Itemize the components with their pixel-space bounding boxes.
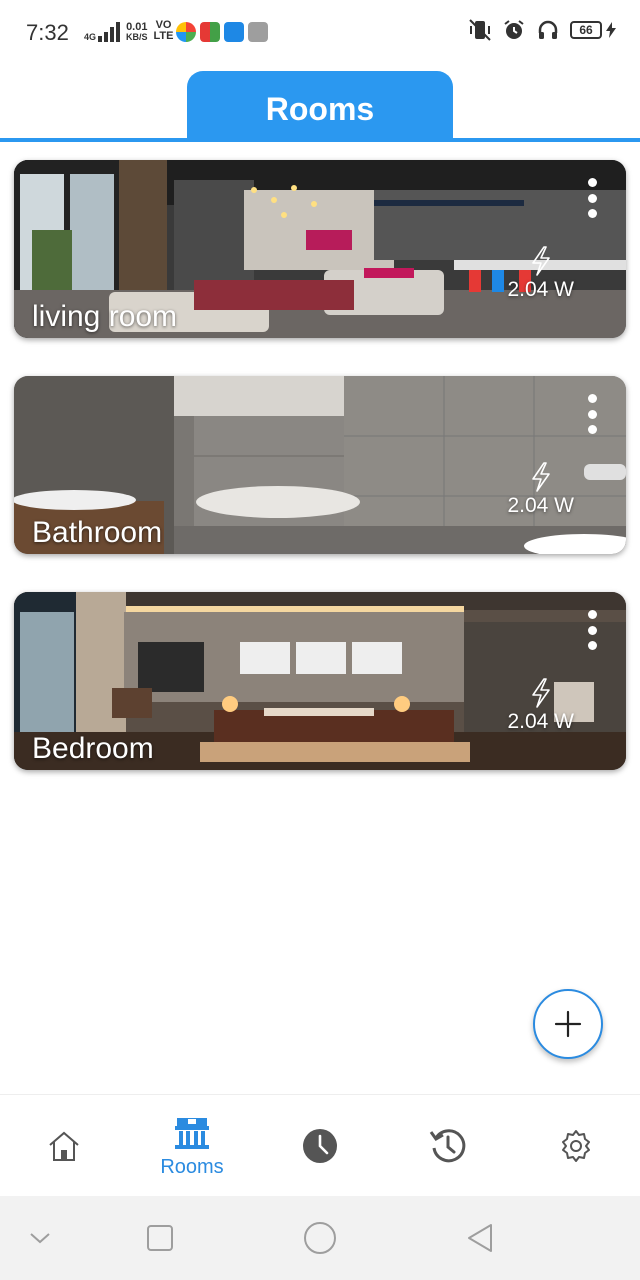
- status-time: 7:32: [26, 20, 69, 45]
- clock-icon: [303, 1129, 337, 1163]
- rooms-building-icon: [175, 1117, 209, 1149]
- headphones-icon: [538, 20, 558, 39]
- notification-icons: [176, 22, 268, 42]
- nav-label-rooms: Rooms: [160, 1155, 224, 1178]
- lightning-icon: [531, 246, 550, 276]
- nav-home[interactable]: [0, 1095, 128, 1197]
- nav-settings[interactable]: [512, 1095, 640, 1197]
- room-power: 2.04 W: [507, 678, 574, 734]
- room-name: Bathroom: [32, 516, 163, 549]
- square-icon: [147, 1225, 173, 1251]
- room-power: 2.04 W: [507, 462, 574, 518]
- history-icon: [429, 1129, 466, 1163]
- pinwheel-app-icon: [176, 22, 196, 42]
- status-right: 66: [468, 18, 616, 42]
- page-title: Rooms: [187, 71, 453, 139]
- nav-history[interactable]: [384, 1095, 512, 1197]
- lightning-icon: [531, 462, 550, 492]
- more-options-icon[interactable]: [586, 394, 598, 434]
- home-button[interactable]: [280, 1196, 360, 1280]
- nav-schedule[interactable]: [256, 1095, 384, 1197]
- ludo-app-icon: [200, 22, 220, 42]
- circle-icon: [304, 1222, 336, 1254]
- home-icon: [49, 1131, 79, 1161]
- add-room-button[interactable]: [533, 989, 603, 1059]
- alarm-icon: [504, 20, 524, 39]
- status-bar: 7:32 4G 0.01 KB/S VO LTE 66: [0, 0, 640, 64]
- gear-icon: [562, 1130, 590, 1162]
- drive-app-icon: [248, 22, 268, 42]
- power-value: 2.04 W: [507, 494, 574, 517]
- header: Rooms: [0, 64, 640, 142]
- collapse-button[interactable]: [0, 1196, 80, 1280]
- more-options-icon[interactable]: [586, 610, 598, 650]
- chevron-down-icon: [30, 1233, 50, 1244]
- volte-indicator: VO LTE: [154, 20, 174, 42]
- plus-icon: [554, 1010, 582, 1038]
- bottom-nav: Rooms: [0, 1094, 640, 1196]
- data-speed: 0.01 KB/S: [126, 22, 148, 42]
- network-indicators: 4G 0.01 KB/S VO LTE: [84, 20, 174, 42]
- charging-icon: [606, 22, 616, 38]
- lightning-icon: [531, 678, 550, 708]
- room-card-bathroom[interactable]: Bathroom 2.04 W: [14, 376, 626, 554]
- battery-indicator: 66: [570, 21, 616, 39]
- triangle-back-icon: [468, 1224, 492, 1252]
- power-value: 2.04 W: [507, 278, 574, 301]
- room-card-living-room[interactable]: living room 2.04 W: [14, 160, 626, 338]
- volte-bottom: LTE: [153, 30, 174, 42]
- data-speed-unit: KB/S: [126, 32, 148, 42]
- power-value: 2.04 W: [507, 710, 574, 733]
- system-nav-bar: [0, 1196, 640, 1280]
- back-button[interactable]: [440, 1196, 520, 1280]
- room-list: living room 2.04 W Bathroom 2.04 W Bedro…: [14, 160, 626, 808]
- header-divider: [0, 138, 640, 142]
- signal-icon: [98, 22, 121, 42]
- more-options-icon[interactable]: [586, 178, 598, 218]
- usb-icon: [224, 22, 244, 42]
- room-card-bedroom[interactable]: Bedroom 2.04 W: [14, 592, 626, 770]
- battery-level: 66: [570, 21, 602, 39]
- room-name: Bedroom: [32, 732, 154, 765]
- recents-button[interactable]: [120, 1196, 200, 1280]
- nav-rooms[interactable]: Rooms: [128, 1095, 256, 1197]
- room-name: living room: [32, 300, 178, 333]
- network-type: 4G: [84, 32, 97, 42]
- room-power: 2.04 W: [507, 246, 574, 302]
- vibrate-icon: [469, 19, 491, 41]
